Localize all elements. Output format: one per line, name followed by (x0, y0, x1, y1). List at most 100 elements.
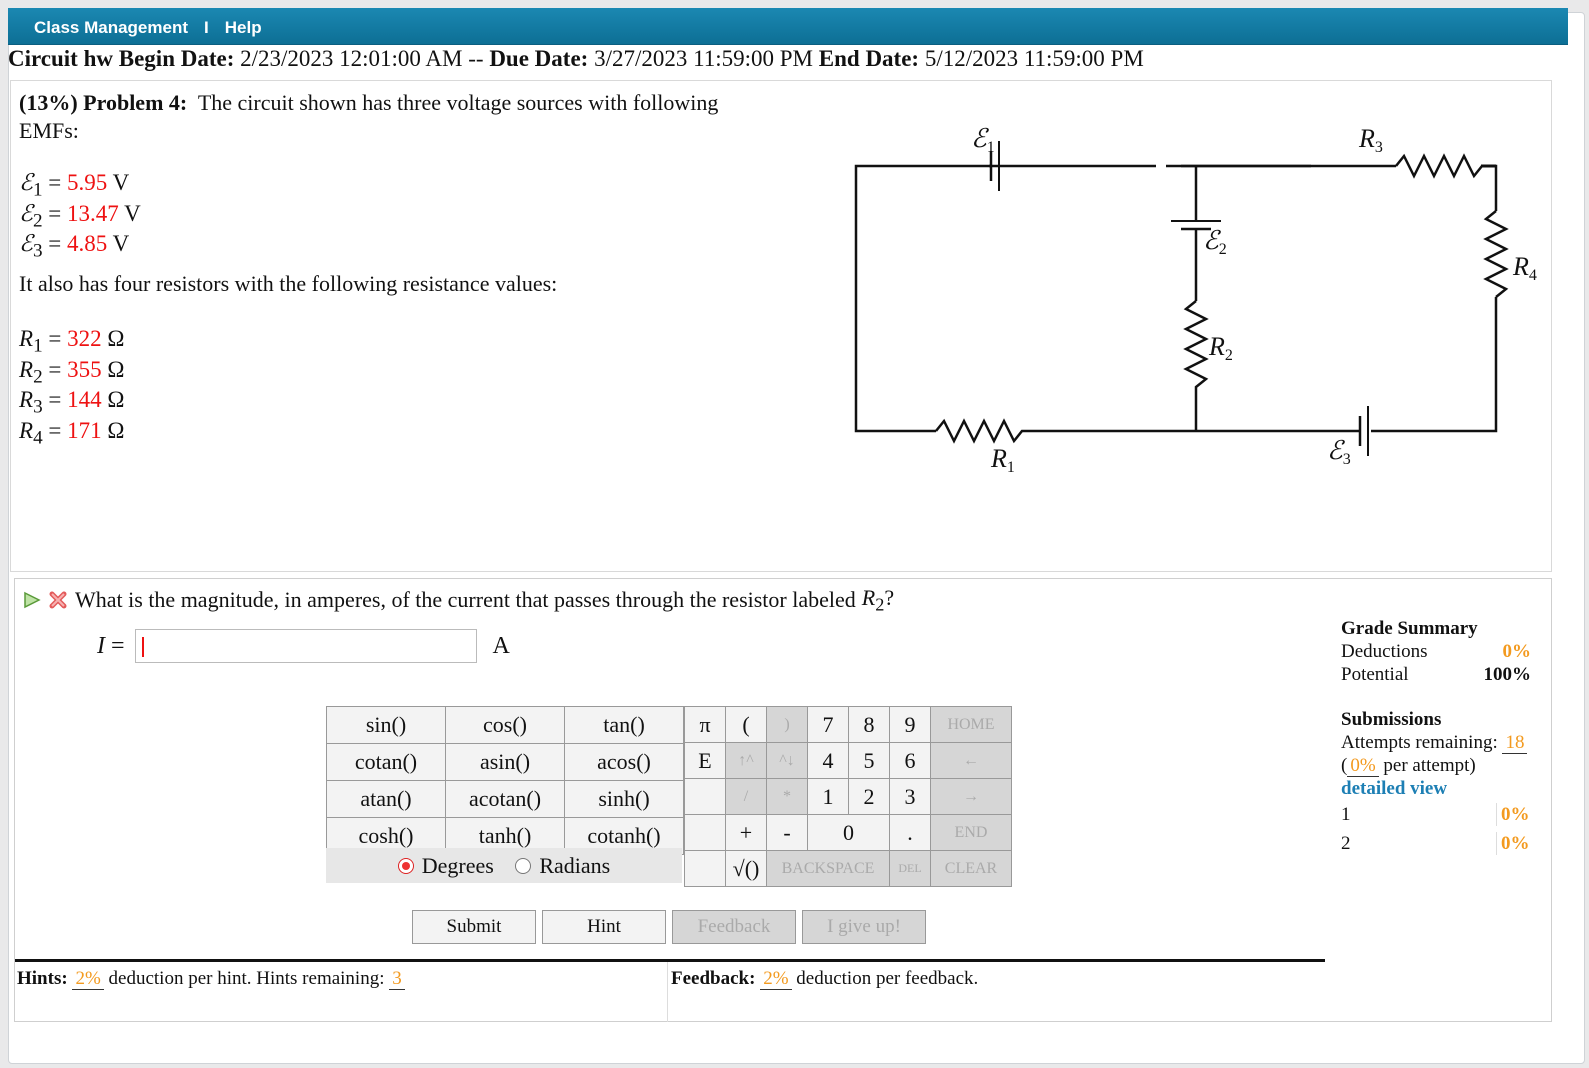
end-date: 5/12/2023 11:59:00 PM (924, 46, 1144, 71)
submissions-title: Submissions (1341, 709, 1442, 730)
problem-title: Problem 4: (83, 90, 188, 115)
question-panel: What is the magnitude, in amperes, of th… (14, 578, 1552, 1022)
hints-remaining: 3 (389, 968, 405, 990)
minus-key[interactable]: - (766, 814, 808, 851)
blank-key-1 (684, 778, 726, 815)
hint-feedback-divider (667, 962, 668, 1022)
attempts-remaining: Attempts remaining: 18 (1341, 731, 1531, 754)
lparen-key[interactable]: ( (725, 706, 767, 743)
key-2[interactable]: 2 (848, 778, 890, 815)
cotan-button[interactable]: cotan() (326, 743, 446, 781)
acos-button[interactable]: acos() (564, 743, 684, 781)
question-resistor: R2? (861, 585, 895, 615)
label-r1: R1 (990, 444, 1015, 476)
function-keypad: sin() cos() tan() cotan() asin() acos() … (326, 706, 684, 855)
key-5[interactable]: 5 (848, 742, 890, 779)
submit-button[interactable]: Submit (412, 910, 536, 944)
resistor-3: R3 = 144 Ω (19, 387, 125, 418)
submission-row-2: 2 0% (1341, 832, 1530, 855)
backspace-key[interactable]: BACKSPACE (766, 850, 890, 887)
help-link[interactable]: Help (225, 18, 262, 38)
potential-row: Potential 100% (1341, 664, 1531, 685)
hint-button[interactable]: Hint (542, 910, 666, 944)
blank-key-3 (684, 850, 726, 887)
sin-button[interactable]: sin() (326, 706, 446, 744)
divide-key[interactable]: / (725, 778, 767, 815)
due-date: 3/27/2023 11:59:00 PM (594, 46, 814, 71)
give-up-button[interactable]: I give up! (802, 910, 926, 944)
key-9[interactable]: 9 (889, 706, 931, 743)
rparen-key[interactable]: ) (766, 706, 808, 743)
down-key[interactable]: ^↓ (766, 742, 808, 779)
radians-label: Radians (539, 852, 611, 878)
answer-row: I = A (97, 629, 510, 663)
label-e1: ℰ1 (971, 124, 995, 156)
label-r4: R4 (1512, 252, 1537, 284)
key-3[interactable]: 3 (889, 778, 931, 815)
begin-date: 2/23/2023 12:01:00 AM (240, 46, 463, 71)
resistor-values: R1 = 322 Ω R2 = 355 Ω R3 = 144 Ω R4 = 17… (19, 327, 124, 449)
del-key[interactable]: DEL (889, 850, 931, 887)
feedback-info: Feedback: 2% deduction per feedback. (671, 968, 979, 990)
resistor-1: R1 = 322 Ω (19, 326, 125, 357)
e-key[interactable]: E (684, 742, 726, 779)
nav-separator: I (204, 18, 209, 37)
emf-3: ℰ3 = 4.85 V (19, 231, 130, 262)
degrees-radio[interactable] (397, 857, 414, 874)
atan-button[interactable]: atan() (326, 780, 446, 818)
label-e2: ℰ2 (1203, 226, 1227, 258)
key-6[interactable]: 6 (889, 742, 931, 779)
emf-1: ℰ1 = 5.95 V (19, 170, 130, 201)
answer-variable: I (97, 632, 105, 659)
answer-input[interactable] (134, 629, 477, 663)
assignment-dates: Circuit hw Begin Date: 2/23/2023 12:01:0… (8, 46, 1144, 72)
dot-key[interactable]: . (889, 814, 931, 851)
hint-feedback-bar: Hints: 2% deduction per hint. Hints rema… (15, 959, 1325, 1022)
multiply-key[interactable]: * (766, 778, 808, 815)
asin-button[interactable]: asin() (445, 743, 565, 781)
hints-info: Hints: 2% deduction per hint. Hints rema… (17, 968, 405, 990)
clear-key[interactable]: CLEAR (930, 850, 1012, 887)
key-1[interactable]: 1 (807, 778, 849, 815)
angle-mode: Degrees Radians (326, 848, 682, 883)
key-0[interactable]: 0 (807, 814, 890, 851)
pi-key[interactable]: π (684, 706, 726, 743)
incorrect-x-icon (49, 591, 67, 609)
play-arrow-icon[interactable] (23, 591, 41, 609)
class-management-link[interactable]: Class Management (34, 18, 188, 38)
hint-deduction: 2% (72, 968, 104, 990)
top-nav-bar: Class Management I Help (8, 8, 1568, 45)
resistor-4: R4 = 171 Ω (19, 417, 125, 449)
up-key[interactable]: ↑^ (725, 742, 767, 779)
key-4[interactable]: 4 (807, 742, 849, 779)
label-r2: R2 (1208, 332, 1233, 364)
circuit-diagram: ℰ1 R3 ℰ2 R4 R2 R1 ℰ3 (854, 124, 1537, 476)
degrees-label: Degrees (421, 852, 494, 878)
emf-values: ℰ1 = 5.95 V ℰ2 = 13.47 V ℰ3 = 4.85 V (19, 171, 141, 263)
label-r3: R3 (1358, 124, 1383, 156)
text-caret (141, 637, 144, 657)
cos-button[interactable]: cos() (445, 706, 565, 744)
end-label: End Date: (818, 46, 920, 71)
problem-statement: (13%) Problem 4: The circuit shown has t… (10, 80, 1552, 572)
plus-key[interactable]: + (725, 814, 767, 851)
radians-radio[interactable] (515, 857, 532, 874)
due-label: Due Date: (489, 46, 589, 71)
per-attempt: (0% per attempt) (1341, 755, 1476, 777)
action-buttons: Submit Hint Feedback I give up! (412, 910, 926, 944)
detailed-view-link[interactable]: detailed view (1341, 777, 1531, 800)
submission-row-1: 1 0% (1341, 803, 1530, 826)
assignment-name: Circuit hw (8, 46, 113, 71)
right-arrow-key[interactable]: → (930, 778, 1012, 815)
sinh-button[interactable]: sinh() (564, 780, 684, 818)
home-key[interactable]: HOME (930, 706, 1012, 743)
tan-button[interactable]: tan() (564, 706, 684, 744)
sqrt-key[interactable]: √() (725, 850, 767, 887)
end-key[interactable]: END (930, 814, 1012, 851)
grade-summary-title: Grade Summary (1341, 618, 1478, 639)
key-8[interactable]: 8 (848, 706, 890, 743)
feedback-button[interactable]: Feedback (672, 910, 796, 944)
acotan-button[interactable]: acotan() (445, 780, 565, 818)
key-7[interactable]: 7 (807, 706, 849, 743)
left-arrow-key[interactable]: ← (930, 742, 1012, 779)
